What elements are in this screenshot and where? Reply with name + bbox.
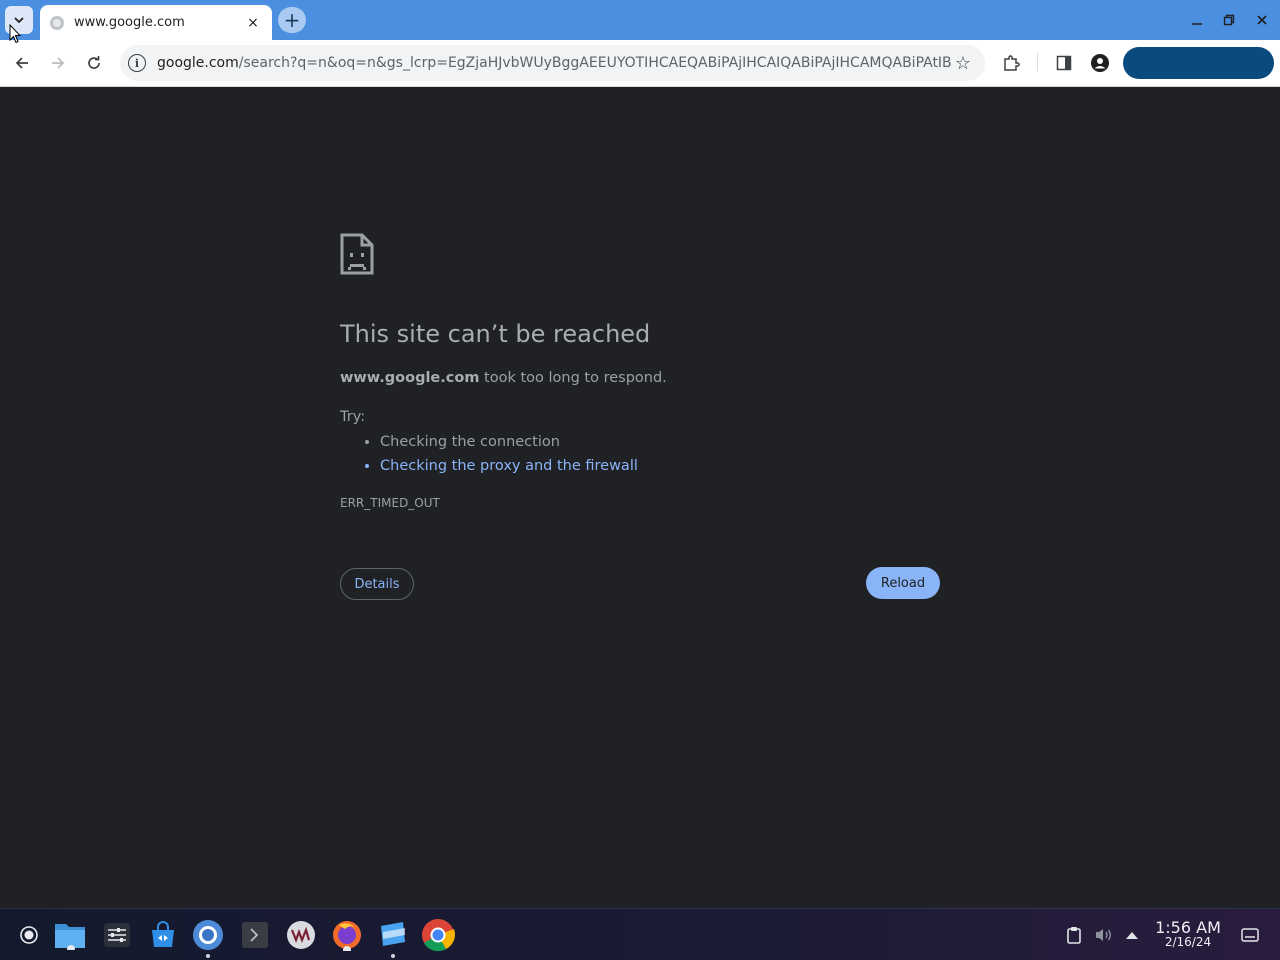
mouse-pointer-icon — [9, 24, 21, 44]
firefox-icon — [333, 921, 361, 951]
browser-toolbar: i google.com/search?q=n&oq=n&gs_lcrp=EgZ… — [0, 40, 1280, 87]
sad-page-icon — [340, 233, 374, 275]
url-path: /search?q=n&oq=n&gs_lcrp=EgZjaHJvbWUyBgg… — [238, 55, 951, 71]
puzzle-icon — [1004, 55, 1020, 71]
notifications-tray-button[interactable] — [1240, 925, 1260, 945]
restore-icon — [1223, 14, 1235, 26]
refresh-icon — [88, 56, 100, 69]
globe-icon — [50, 15, 64, 30]
tab-close-icon[interactable]: × — [244, 15, 262, 31]
error-description-text: took too long to respond. — [479, 370, 667, 386]
tab-title: www.google.com — [74, 15, 185, 30]
forward-button[interactable] — [46, 51, 70, 75]
info-icon[interactable]: i — [128, 54, 146, 72]
volume-icon — [1096, 929, 1111, 941]
reload-button[interactable] — [82, 51, 106, 75]
clipboard-icon — [1067, 927, 1081, 944]
side-panel-icon — [1056, 55, 1072, 71]
back-arrow-icon — [15, 57, 28, 69]
notification-icon — [1241, 928, 1259, 942]
settings-icon — [104, 923, 130, 947]
vm-icon — [287, 921, 315, 949]
try-label: Try: — [340, 409, 366, 425]
running-indicator — [206, 954, 210, 958]
files-app[interactable] — [53, 918, 87, 952]
forward-arrow-icon — [52, 57, 65, 69]
page-content: This site can’t be reached www.google.co… — [0, 88, 1280, 908]
app-launcher-item[interactable] — [376, 918, 410, 958]
details-button[interactable]: Details — [340, 568, 414, 600]
url-text[interactable]: google.com/search?q=n&oq=n&gs_lcrp=EgZja… — [157, 55, 951, 71]
caret-up-icon — [1126, 932, 1138, 939]
suggestion-check-connection: Checking the connection — [380, 432, 638, 456]
side-panel-button[interactable] — [1052, 51, 1076, 75]
clock-date[interactable]: 2/16/24 — [1150, 935, 1226, 949]
suggestion-check-proxy-link[interactable]: Checking the proxy and the firewall — [380, 456, 638, 480]
new-tab-button[interactable]: + — [278, 7, 306, 33]
settings-app[interactable] — [100, 918, 134, 952]
error-code: ERR_TIMED_OUT — [340, 496, 440, 510]
store-icon — [152, 921, 174, 947]
terminal-icon — [242, 922, 268, 948]
error-title: This site can’t be reached — [340, 320, 651, 348]
tab-strip: www.google.com × + — [0, 0, 1280, 40]
profile-button[interactable] — [1088, 51, 1112, 75]
restore-button[interactable] — [1217, 8, 1241, 32]
taskbar — [0, 908, 1280, 960]
running-indicator — [391, 954, 395, 958]
tab-active[interactable]: www.google.com × — [40, 5, 272, 40]
back-button[interactable] — [10, 51, 34, 75]
suggestion-list: Checking the connection Checking the pro… — [360, 432, 638, 480]
launcher-icon — [20, 926, 38, 944]
close-icon — [1257, 15, 1267, 25]
minimize-button[interactable] — [1185, 8, 1209, 32]
bookmark-star-icon[interactable]: ☆ — [951, 53, 975, 74]
volume-tray-button[interactable] — [1094, 925, 1114, 945]
toolbar-separator — [1037, 53, 1038, 71]
error-description: www.google.com took too long to respond. — [340, 370, 667, 386]
chrome-app[interactable] — [421, 918, 455, 952]
app-icon — [381, 922, 405, 946]
tray-expand-button[interactable] — [1122, 925, 1142, 945]
minimize-icon — [1192, 23, 1202, 25]
firefox-app[interactable] — [330, 918, 364, 952]
url-host: google.com — [157, 55, 239, 71]
finish-update-button[interactable]: Finish update — [1123, 47, 1274, 79]
account-icon — [1091, 54, 1109, 72]
launcher-button[interactable] — [12, 918, 46, 952]
chromium-icon — [193, 920, 223, 950]
chromium-app[interactable] — [191, 918, 225, 958]
store-app[interactable] — [146, 918, 180, 952]
chrome-icon — [422, 919, 455, 952]
vm-app[interactable] — [284, 918, 318, 952]
address-bar[interactable]: i google.com/search?q=n&oq=n&gs_lcrp=EgZ… — [120, 45, 985, 81]
terminal-app[interactable] — [238, 918, 272, 952]
reload-page-button[interactable]: Reload — [866, 567, 940, 599]
clipboard-tray-button[interactable] — [1064, 925, 1084, 945]
extensions-button[interactable] — [999, 51, 1023, 75]
close-window-button[interactable] — [1250, 8, 1274, 32]
error-host: www.google.com — [340, 370, 480, 386]
files-icon — [55, 924, 85, 950]
